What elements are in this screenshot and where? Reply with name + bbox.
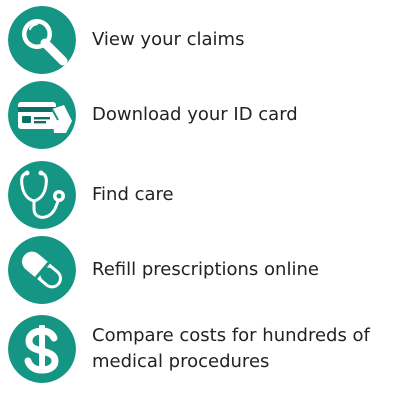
feature-label: Find care <box>92 184 174 205</box>
feature-item-download-id-card[interactable]: Download your ID card <box>8 81 398 149</box>
stethoscope-icon <box>8 161 76 229</box>
capsule-icon <box>8 236 76 304</box>
id-card-icon <box>8 81 76 149</box>
feature-label: View your claims <box>92 29 245 50</box>
feature-label: Refill prescriptions online <box>92 259 319 280</box>
feature-item-find-care[interactable]: Find care <box>8 161 398 229</box>
feature-label: Compare costs for hundreds of medical pr… <box>92 325 370 372</box>
magnifier-icon <box>8 6 76 74</box>
feature-label: Download your ID card <box>92 104 298 125</box>
feature-item-view-claims[interactable]: View your claims <box>8 6 398 74</box>
feature-list: View your claims Download your ID card F… <box>0 0 401 400</box>
feature-item-compare-costs[interactable]: Compare costs for hundreds of medical pr… <box>8 315 398 383</box>
feature-item-refill-prescriptions[interactable]: Refill prescriptions online <box>8 236 398 304</box>
dollar-icon <box>8 315 76 383</box>
